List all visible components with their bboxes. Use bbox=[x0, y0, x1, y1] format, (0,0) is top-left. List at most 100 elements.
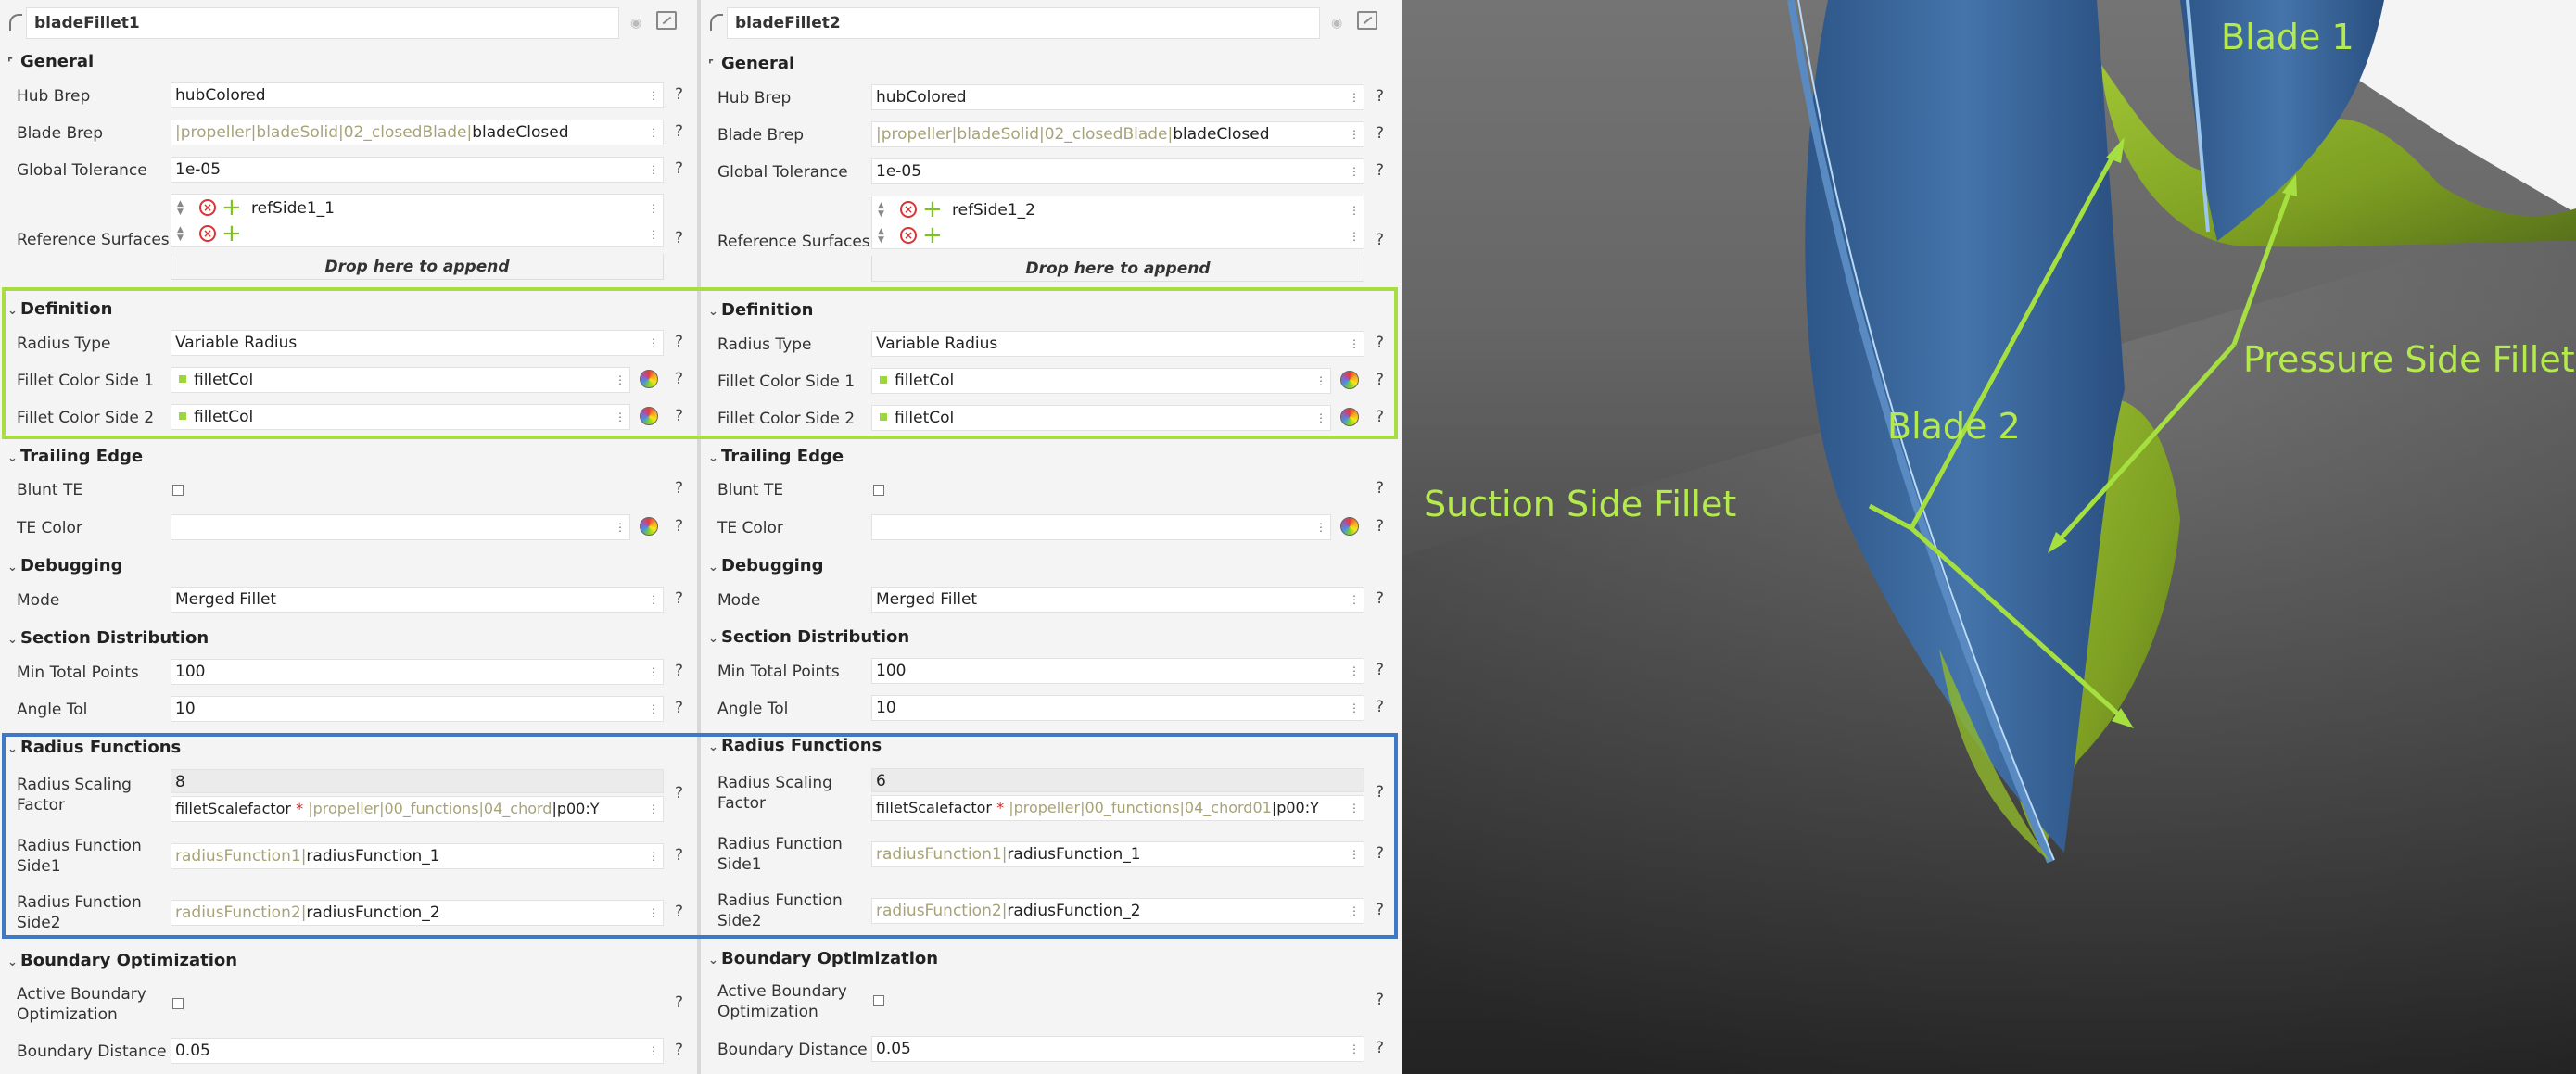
dropdown-icon[interactable]: ⋮ bbox=[1349, 659, 1360, 683]
min-total-points-field[interactable]: 100 ⋮ bbox=[871, 658, 1364, 684]
te-color-field[interactable]: ⋮ bbox=[171, 514, 630, 540]
reference-surfaces-list[interactable]: ▲ ▼ × + refSide1_2 ⋮ ▲ ▼ × + ⋮ bbox=[871, 196, 1364, 249]
mode-select[interactable]: Merged Fillet ⋮ bbox=[171, 587, 664, 613]
remove-icon[interactable]: × bbox=[900, 227, 917, 244]
mode-select[interactable]: Merged Fillet ⋮ bbox=[871, 587, 1364, 613]
drop-zone[interactable]: Drop here to append bbox=[171, 254, 664, 280]
section-section-distribution[interactable]: ⌄ Section Distribution bbox=[708, 624, 909, 651]
dropdown-icon[interactable]: ⋮ bbox=[1349, 696, 1360, 720]
dropdown-icon[interactable]: ⋮ bbox=[648, 196, 659, 221]
list-item[interactable]: ▲ ▼ × + refSide1_2 ⋮ bbox=[872, 197, 1364, 222]
help-icon[interactable]: ? bbox=[675, 159, 683, 178]
add-icon[interactable]: + bbox=[922, 197, 943, 221]
min-total-points-field[interactable]: 100 ⋮ bbox=[171, 659, 664, 685]
help-icon[interactable]: ? bbox=[675, 589, 683, 608]
reorder-handle-icon[interactable]: ▲ ▼ bbox=[177, 226, 184, 243]
dropdown-icon[interactable]: ⋮ bbox=[1349, 1037, 1360, 1061]
help-icon[interactable]: ? bbox=[1376, 124, 1384, 143]
list-item[interactable]: ▲ ▼ × + refSide1_1 ⋮ bbox=[171, 196, 663, 221]
help-icon[interactable]: ? bbox=[1376, 698, 1384, 716]
visibility-icon[interactable]: ◉ bbox=[630, 16, 641, 31]
color-picker-icon[interactable] bbox=[1340, 517, 1359, 536]
dropdown-icon[interactable]: ⋮ bbox=[648, 120, 659, 145]
help-icon[interactable]: ? bbox=[1376, 479, 1384, 498]
boundary-distance-field[interactable]: 0.05 ⋮ bbox=[171, 1038, 664, 1064]
section-boundary-optimization[interactable]: ⌄ Boundary Optimization bbox=[7, 947, 237, 975]
blade-brep-field[interactable]: |propeller|bladeSolid|02_closedBlade|bla… bbox=[871, 121, 1364, 147]
visibility-icon[interactable]: ◉ bbox=[1331, 16, 1342, 31]
add-icon[interactable]: + bbox=[222, 221, 242, 246]
remove-icon[interactable]: × bbox=[199, 225, 216, 242]
dropdown-icon[interactable]: ⋮ bbox=[1349, 198, 1360, 222]
help-icon[interactable]: ? bbox=[675, 517, 683, 536]
section-trailing-edge[interactable]: ⌄ Trailing Edge bbox=[708, 443, 844, 471]
section-boundary-optimization[interactable]: ⌄ Boundary Optimization bbox=[708, 945, 938, 973]
blunt-te-checkbox[interactable] bbox=[873, 485, 884, 496]
section-general[interactable]: ⌜ General bbox=[708, 50, 794, 78]
section-general[interactable]: ⌜ General bbox=[7, 48, 94, 76]
help-icon[interactable]: ? bbox=[675, 662, 683, 680]
help-icon[interactable]: ? bbox=[1376, 517, 1384, 536]
reorder-handle-icon[interactable]: ▲ ▼ bbox=[878, 202, 884, 219]
help-icon[interactable]: ? bbox=[675, 85, 683, 104]
list-item-empty[interactable]: ▲ ▼ × + ⋮ bbox=[171, 221, 663, 246]
global-tolerance-field[interactable]: 1e-05 ⋮ bbox=[871, 158, 1364, 184]
hub-brep-field[interactable]: hubColored ⋮ bbox=[171, 82, 664, 108]
help-icon[interactable]: ? bbox=[1376, 87, 1384, 106]
remove-icon[interactable]: × bbox=[199, 199, 216, 216]
dropdown-icon[interactable]: ⋮ bbox=[1349, 122, 1360, 146]
dropdown-icon[interactable]: ⋮ bbox=[648, 1039, 659, 1063]
section-debugging[interactable]: ⌄ Debugging bbox=[708, 552, 824, 580]
dropdown-icon[interactable]: ⋮ bbox=[648, 83, 659, 107]
list-item-empty[interactable]: ▲ ▼ × + ⋮ bbox=[872, 223, 1364, 248]
dropdown-icon[interactable]: ⋮ bbox=[648, 222, 659, 246]
blunt-te-checkbox[interactable] bbox=[172, 485, 184, 496]
dropdown-icon[interactable]: ⋮ bbox=[648, 158, 659, 182]
help-icon[interactable]: ? bbox=[675, 479, 683, 498]
help-icon[interactable]: ? bbox=[1376, 1039, 1384, 1057]
help-icon[interactable]: ? bbox=[675, 122, 683, 141]
help-icon[interactable]: ? bbox=[675, 229, 683, 247]
dropdown-icon[interactable]: ⋮ bbox=[1349, 224, 1360, 248]
reorder-handle-icon[interactable]: ▲ ▼ bbox=[878, 228, 884, 245]
external-edit-icon[interactable] bbox=[1357, 11, 1377, 30]
angle-tol-field[interactable]: 10 ⋮ bbox=[871, 695, 1364, 721]
help-icon[interactable]: ? bbox=[675, 699, 683, 717]
dropdown-icon[interactable]: ⋮ bbox=[1315, 515, 1326, 539]
color-picker-icon[interactable] bbox=[640, 517, 658, 536]
object-name-field[interactable]: bladeFillet2 bbox=[727, 7, 1320, 39]
dropdown-icon[interactable]: ⋮ bbox=[615, 515, 626, 539]
help-icon[interactable]: ? bbox=[1376, 161, 1384, 180]
dropdown-icon[interactable]: ⋮ bbox=[1349, 159, 1360, 183]
hub-brep-field[interactable]: hubColored ⋮ bbox=[871, 84, 1364, 110]
dropdown-icon[interactable]: ⋮ bbox=[1349, 588, 1360, 612]
external-edit-icon[interactable] bbox=[656, 11, 677, 30]
help-icon[interactable]: ? bbox=[1376, 589, 1384, 608]
help-icon[interactable]: ? bbox=[675, 1041, 683, 1059]
add-icon[interactable]: + bbox=[922, 223, 943, 247]
dropdown-icon[interactable]: ⋮ bbox=[648, 660, 659, 684]
reorder-handle-icon[interactable]: ▲ ▼ bbox=[177, 200, 184, 217]
reference-surfaces-list[interactable]: ▲ ▼ × + refSide1_1 ⋮ ▲ ▼ × + ⋮ bbox=[171, 194, 664, 247]
3d-viewport[interactable]: Blade 1 Blade 2 Pressure Side Fillet Suc… bbox=[1402, 0, 2576, 1074]
active-boundary-checkbox[interactable] bbox=[873, 995, 884, 1006]
help-icon[interactable]: ? bbox=[1376, 661, 1384, 679]
help-icon[interactable]: ? bbox=[1376, 991, 1384, 1009]
angle-tol-field[interactable]: 10 ⋮ bbox=[171, 696, 664, 722]
te-color-field[interactable]: ⋮ bbox=[871, 514, 1331, 540]
global-tolerance-field[interactable]: 1e-05 ⋮ bbox=[171, 157, 664, 183]
object-name-field[interactable]: bladeFillet1 bbox=[26, 7, 619, 39]
remove-icon[interactable]: × bbox=[900, 201, 917, 218]
active-boundary-checkbox[interactable] bbox=[172, 998, 184, 1009]
help-icon[interactable]: ? bbox=[675, 993, 683, 1012]
dropdown-icon[interactable]: ⋮ bbox=[1349, 85, 1360, 109]
section-debugging[interactable]: ⌄ Debugging bbox=[7, 552, 123, 580]
section-trailing-edge[interactable]: ⌄ Trailing Edge bbox=[7, 443, 143, 471]
dropdown-icon[interactable]: ⋮ bbox=[648, 697, 659, 721]
section-section-distribution[interactable]: ⌄ Section Distribution bbox=[7, 625, 209, 652]
help-icon[interactable]: ? bbox=[1376, 231, 1384, 249]
dropdown-icon[interactable]: ⋮ bbox=[648, 588, 659, 612]
boundary-distance-field[interactable]: 0.05 ⋮ bbox=[871, 1036, 1364, 1062]
drop-zone[interactable]: Drop here to append bbox=[871, 256, 1364, 282]
blade-brep-field[interactable]: |propeller|bladeSolid|02_closedBlade|bla… bbox=[171, 120, 664, 145]
